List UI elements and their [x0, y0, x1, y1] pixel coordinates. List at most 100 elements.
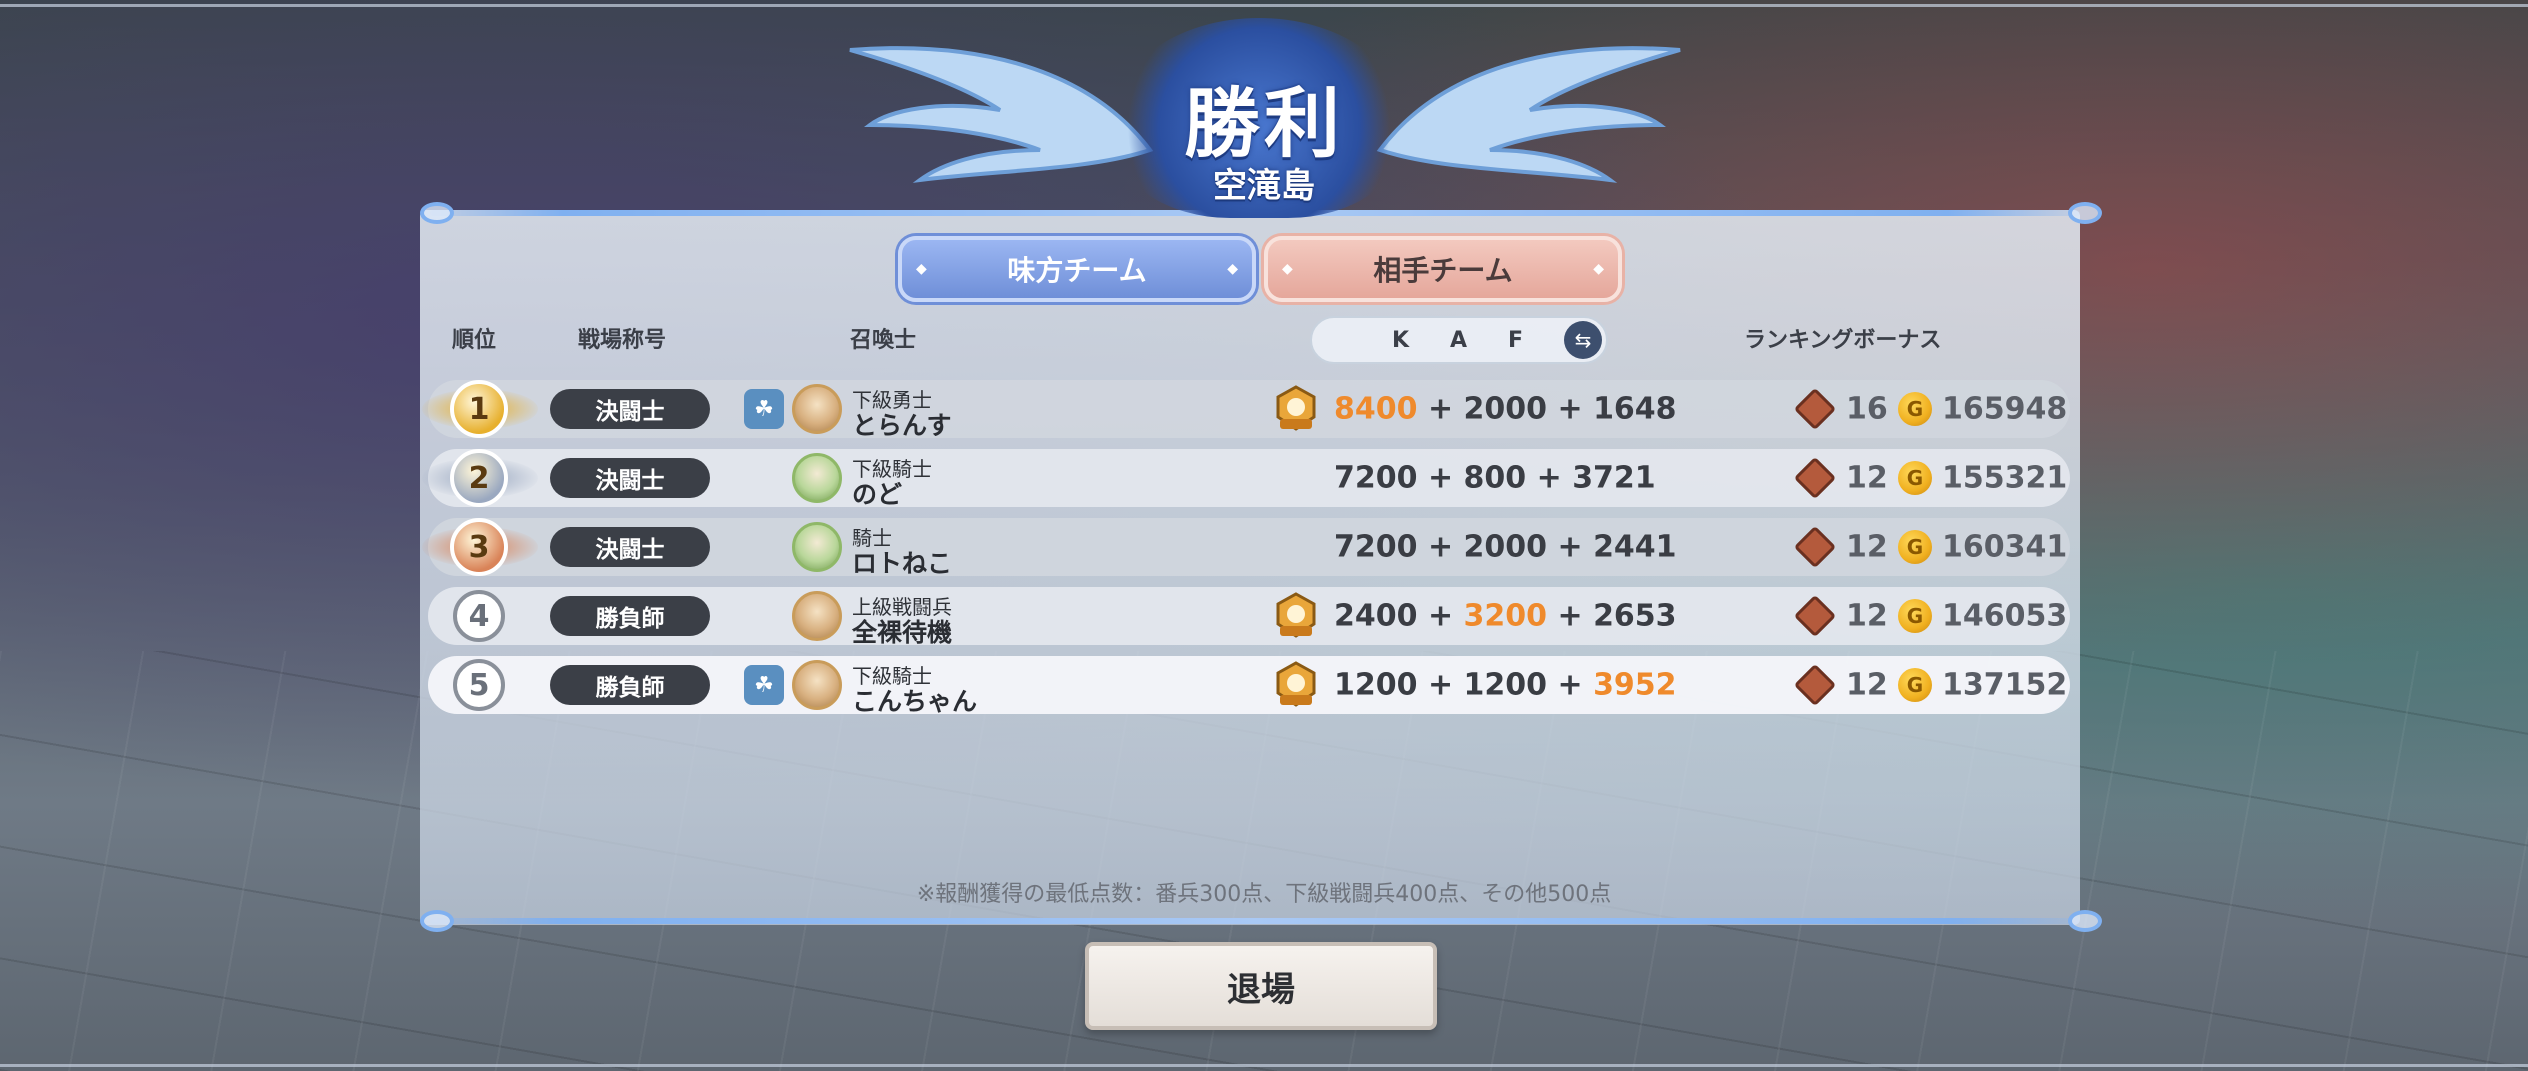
avatar[interactable] — [792, 522, 842, 572]
score-k: 7200 — [1334, 460, 1418, 496]
coin-count: 155321 — [1942, 460, 2068, 496]
diamond-icon: ◆ — [916, 261, 927, 277]
summoner-name: こんちゃん — [852, 687, 978, 716]
plus-sign: + — [1547, 667, 1594, 703]
player-row[interactable]: 2 決闘士 下級騎士 のど 7200 + 800 + 3721 12 G 155321 — [422, 449, 2070, 509]
summoner-name: のど — [852, 480, 903, 509]
swap-icon[interactable]: ⇆ — [1564, 321, 1602, 359]
score-k: 1200 — [1334, 667, 1418, 703]
score-f: 3952 — [1593, 667, 1677, 703]
avatar[interactable] — [792, 591, 842, 641]
map-name: 空滝島 — [1213, 166, 1315, 206]
coin-icon: G — [1898, 668, 1932, 702]
coin-icon: G — [1898, 461, 1932, 495]
tab-ally-team[interactable]: ◆ 味方チーム ◆ — [898, 236, 1256, 302]
kaf-score: 2400 + 3200 + 2653 — [1334, 599, 1677, 634]
rule-cap-right-bottom — [2068, 910, 2102, 932]
kaf-score: 8400 + 2000 + 1648 — [1334, 392, 1677, 427]
party-icon: ☘ — [744, 665, 784, 705]
plus-sign: + — [1547, 391, 1594, 427]
plus-sign: + — [1547, 598, 1594, 634]
treasure-box-icon — [1793, 525, 1837, 569]
rank-badge: 5 — [453, 659, 505, 711]
plus-sign: + — [1417, 391, 1464, 427]
coin-count: 146053 — [1942, 598, 2068, 634]
col-a: A — [1450, 328, 1468, 353]
bonus-count: 16 — [1846, 391, 1888, 427]
diamond-icon: ◆ — [1593, 261, 1604, 277]
battle-title-badge: 決闘士 — [550, 389, 710, 429]
treasure-box-icon — [1793, 594, 1837, 638]
kaf-score: 7200 + 800 + 3721 — [1334, 461, 1656, 496]
plus-sign: + — [1417, 460, 1464, 496]
result-title: 勝利 — [1184, 79, 1344, 168]
avatar[interactable] — [792, 660, 842, 710]
score-f: 2441 — [1593, 529, 1677, 565]
coin-count: 165948 — [1942, 391, 2068, 427]
coin-count: 160341 — [1942, 529, 2068, 565]
player-row[interactable]: 1 決闘士 ☘ 下級勇士 とらんす 8400 + 2000 + 1648 16 G 165948 — [422, 380, 2070, 440]
coin-icon: G — [1898, 392, 1932, 426]
score-k: 2400 — [1334, 598, 1418, 634]
battle-title-badge: 勝負師 — [550, 596, 710, 636]
bonus-count: 12 — [1846, 529, 1888, 565]
score-f: 3721 — [1572, 460, 1656, 496]
tab-ally-label: 味方チーム — [1007, 254, 1147, 287]
rank-badge: 1 — [450, 380, 508, 438]
summoner-name: ロトねこ — [852, 549, 953, 578]
treasure-box-icon — [1793, 663, 1837, 707]
top-frame-line — [0, 4, 2528, 7]
player-row[interactable]: 4 勝負師 上級戦闘兵 全裸待機 2400 + 3200 + 2653 12 G 146053 — [428, 587, 2070, 647]
mvp-icon — [1276, 661, 1316, 707]
diamond-icon: ◆ — [1227, 261, 1238, 277]
kaf-score: 1200 + 1200 + 3952 — [1334, 668, 1677, 703]
avatar[interactable] — [792, 453, 842, 503]
score-a: 800 — [1463, 460, 1527, 496]
player-row[interactable]: 5 勝負師 ☘ 下級騎士 こんちゃん 1200 + 1200 + 3952 12 G 13715… — [428, 656, 2070, 716]
party-icon: ☘ — [744, 389, 784, 429]
exit-button[interactable]: 退場 — [1085, 942, 1437, 1030]
summoner-name: 全裸待機 — [852, 618, 953, 647]
score-f: 2653 — [1593, 598, 1677, 634]
reward-note: ※報酬獲得の最低点数：番兵300点、下級戦闘兵400点、その他500点 — [916, 882, 1612, 907]
coin-count: 137152 — [1942, 667, 2068, 703]
battle-title-badge: 決闘士 — [550, 458, 710, 498]
mvp-icon — [1276, 592, 1316, 638]
treasure-box-icon — [1793, 387, 1837, 431]
col-summoner: 召喚士 — [850, 328, 917, 353]
plus-sign: + — [1417, 667, 1464, 703]
score-a: 2000 — [1463, 391, 1548, 427]
score-a: 2000 — [1463, 529, 1548, 565]
plus-sign: + — [1526, 460, 1573, 496]
kaf-header: K A F ⇆ — [1310, 316, 1608, 364]
col-ranking-bonus: ランキングボーナス — [1744, 328, 1942, 353]
battle-title-badge: 決闘士 — [550, 527, 710, 567]
rank-badge: 4 — [453, 590, 505, 642]
tab-enemy-team[interactable]: ◆ 相手チーム ◆ — [1264, 236, 1622, 302]
col-rank: 順位 — [452, 328, 497, 353]
avatar[interactable] — [792, 384, 842, 434]
bonus-count: 12 — [1846, 598, 1888, 634]
plus-sign: + — [1417, 598, 1464, 634]
col-f: F — [1508, 328, 1524, 353]
score-f: 1648 — [1593, 391, 1677, 427]
kaf-score: 7200 + 2000 + 2441 — [1334, 530, 1677, 565]
plus-sign: + — [1417, 529, 1464, 565]
col-k: K — [1392, 328, 1410, 353]
diamond-icon: ◆ — [1282, 261, 1293, 277]
bottom-frame-line — [0, 1064, 2528, 1067]
panel-bottom-rule — [430, 918, 2080, 924]
rule-cap-left-bottom — [420, 910, 454, 932]
score-a: 3200 — [1463, 598, 1548, 634]
bonus-count: 12 — [1846, 460, 1888, 496]
tab-enemy-label: 相手チーム — [1373, 254, 1513, 287]
player-row[interactable]: 3 決闘士 騎士 ロトねこ 7200 + 2000 + 2441 12 G 160341 — [422, 518, 2070, 578]
rank-badge: 3 — [450, 518, 508, 576]
score-a: 1200 — [1463, 667, 1548, 703]
treasure-box-icon — [1793, 456, 1837, 500]
col-battle-title: 戦場称号 — [578, 328, 667, 353]
score-k: 7200 — [1334, 529, 1418, 565]
coin-icon: G — [1898, 530, 1932, 564]
bonus-count: 12 — [1846, 667, 1888, 703]
summoner-name: とらんす — [852, 411, 952, 440]
